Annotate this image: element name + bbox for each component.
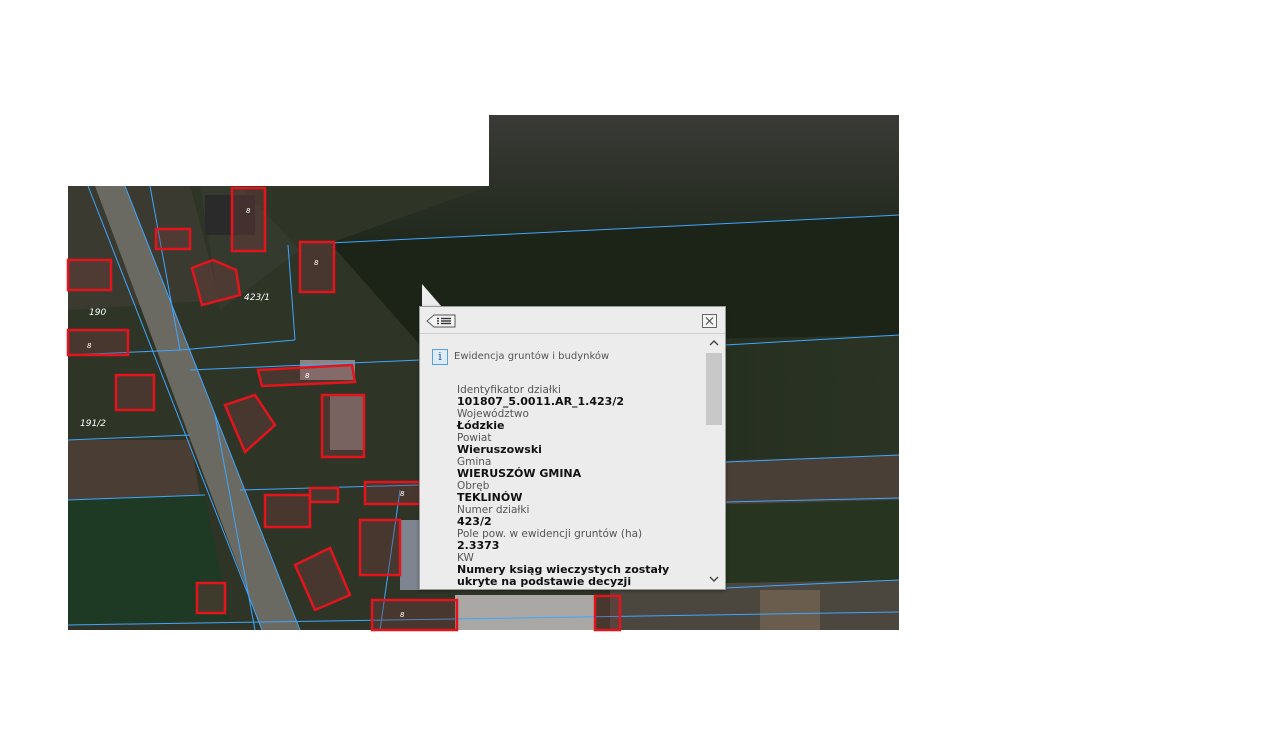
layer-header: i Ewidencja gruntów i budynków (432, 346, 610, 365)
layer-title: Ewidencja gruntów i budynków (454, 351, 610, 362)
popup-header (420, 307, 725, 334)
info-icon: i (432, 348, 448, 365)
scroll-down-icon[interactable] (705, 572, 723, 586)
field-label: Numer działki (457, 504, 530, 516)
close-button[interactable] (702, 313, 717, 328)
scroll-up-icon[interactable] (705, 336, 723, 350)
attribute-list: Identyfikator działki 101807_5.0011.AR_1… (457, 384, 697, 588)
close-icon (702, 314, 717, 328)
field-value: WIERUSZÓW GMINA (457, 467, 582, 480)
field-value: Numery ksiąg wieczystych zostały ukryte … (457, 563, 670, 588)
field-value: TEKLINÓW (457, 491, 523, 504)
list-back-button[interactable] (426, 313, 456, 328)
parcel-label: 191/2 (80, 419, 106, 429)
list-back-icon (426, 314, 456, 328)
popup-scrollbar[interactable] (705, 334, 723, 588)
building-label: 8 (305, 372, 310, 380)
building-label: 8 (314, 259, 319, 267)
identify-popup: i Ewidencja gruntów i budynków Identyfika… (419, 306, 726, 590)
building-label: 8 (87, 342, 92, 350)
building-label: 8 (246, 207, 251, 215)
popup-pointer (422, 284, 442, 307)
field-value: Wieruszowski (457, 443, 542, 456)
field-value: Łódzkie (457, 419, 505, 432)
parcel-label: 423/1 (244, 293, 270, 303)
field-value: 2.3373 (457, 539, 500, 552)
popup-content: i Ewidencja gruntów i budynków Identyfika… (420, 334, 704, 588)
building-label: 8 (400, 611, 405, 619)
scroll-thumb[interactable] (706, 353, 722, 425)
parcel-label: 190 (89, 308, 106, 318)
field-value: 101807_5.0011.AR_1.423/2 (457, 395, 624, 408)
field-value: 423/2 (457, 515, 492, 528)
building-label: 8 (400, 490, 405, 498)
